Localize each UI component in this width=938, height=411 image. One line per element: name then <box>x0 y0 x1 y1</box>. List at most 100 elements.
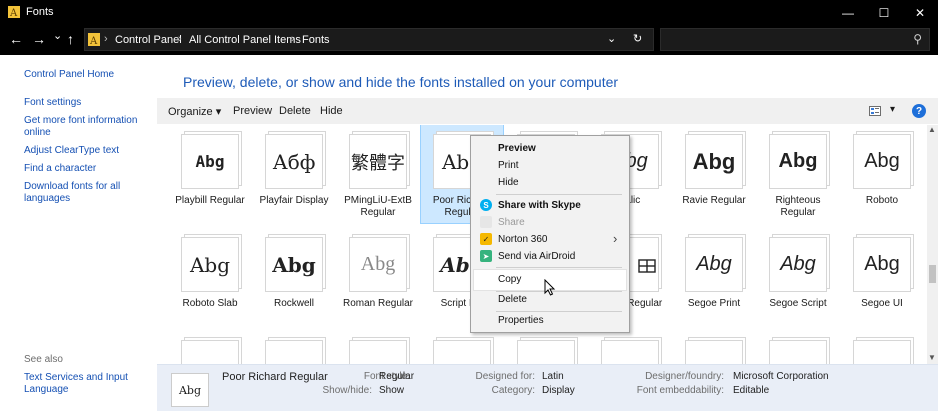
font-tile[interactable]: Abg Segoe UI <box>841 231 923 326</box>
font-preview-sheet <box>433 340 491 365</box>
font-preview-sheet: Abg <box>265 237 323 292</box>
breadcrumb-fonts[interactable]: Fonts <box>302 34 330 46</box>
address-bar[interactable]: A › Control Panel › All Control Panel It… <box>84 28 654 51</box>
menu-separator <box>496 194 622 195</box>
font-preview-sheet: Abg <box>769 237 827 292</box>
font-tile[interactable]: Abg Rockwell <box>253 231 335 326</box>
designer-value: Microsoft Corporation <box>733 371 829 382</box>
menu-item-properties[interactable]: Properties <box>498 315 544 326</box>
font-tile[interactable]: Abg Playbill Regular <box>169 128 251 223</box>
font-sample: Абф <box>272 149 316 174</box>
context-menu: Preview Print Hide S Share with Skype Sh… <box>470 135 630 333</box>
menu-item-copy[interactable]: Copy <box>498 274 521 285</box>
font-sample: Abg <box>360 253 396 275</box>
menu-separator <box>496 291 622 292</box>
menu-item-norton[interactable]: Norton 360 <box>498 234 547 245</box>
menu-item-share: Share <box>498 217 525 228</box>
view-dropdown-arrow[interactable]: ▾ <box>890 104 895 115</box>
menu-item-share-skype[interactable]: Share with Skype <box>498 200 581 211</box>
menu-item-delete[interactable]: Delete <box>498 294 527 305</box>
submenu-arrow-icon: › <box>613 231 618 246</box>
close-button[interactable]: ✕ <box>902 0 938 25</box>
view-options-icon[interactable] <box>869 106 881 116</box>
breadcrumb-control-panel[interactable]: Control Panel <box>115 34 182 46</box>
font-tile[interactable]: Abg Segoe Script <box>757 231 839 326</box>
forward-button[interactable]: → <box>32 31 46 47</box>
control-panel-home-link[interactable]: Control Panel Home <box>24 69 149 81</box>
font-preview-sheet: Abg <box>685 134 743 189</box>
breadcrumb-separator: › <box>104 33 108 45</box>
menu-item-print[interactable]: Print <box>498 160 519 171</box>
scrollbar-thumb[interactable] <box>929 265 936 283</box>
font-preview-sheet: Abg <box>181 237 239 292</box>
delete-button[interactable]: Delete <box>279 105 311 117</box>
font-preview-sheet: Abg <box>685 237 743 292</box>
font-label: Segoe UI <box>861 298 903 309</box>
help-icon[interactable]: ? <box>912 104 926 118</box>
maximize-button[interactable]: ☐ <box>866 0 902 25</box>
navigation-bar: ← → ⌄ ↑ A › Control Panel › All Control … <box>0 25 938 55</box>
menu-item-hide[interactable]: Hide <box>498 177 519 188</box>
font-tile[interactable]: Абф Playfair Display <box>253 128 335 223</box>
details-pane: Abg Poor Richard Regular Font style: Reg… <box>157 364 938 411</box>
font-preview-sheet: Abg <box>853 134 911 189</box>
category-value: Display <box>542 385 575 396</box>
font-tile[interactable] <box>841 334 923 365</box>
font-tile[interactable] <box>253 334 335 365</box>
hide-button[interactable]: Hide <box>320 105 343 117</box>
font-sample: Abg <box>189 252 231 277</box>
text-services-link[interactable]: Text Services and Input Language <box>24 372 149 396</box>
font-sample: Abg <box>778 150 818 172</box>
font-tile[interactable] <box>673 334 755 365</box>
font-sample: 繁體字 <box>351 152 405 173</box>
address-dropdown-button[interactable]: ⌄ <box>607 32 616 45</box>
menu-item-preview[interactable]: Preview <box>498 143 536 154</box>
organize-button[interactable]: Organize ▾ <box>168 105 221 118</box>
font-tile[interactable]: 繁體字 PMingLiU-ExtB Regular <box>337 128 419 223</box>
font-tile[interactable] <box>757 334 839 365</box>
download-fonts-link[interactable]: Download fonts for all languages <box>24 181 149 205</box>
font-tile[interactable]: Abg Segoe Print <box>673 231 755 326</box>
scroll-down-arrow[interactable]: ▼ <box>928 353 936 362</box>
up-button[interactable]: ↑ <box>67 31 74 47</box>
cleartype-link[interactable]: Adjust ClearType text <box>24 145 149 157</box>
minimize-button[interactable]: — <box>830 0 866 25</box>
font-sample: Abg <box>195 152 225 171</box>
menu-item-airdroid[interactable]: Send via AirDroid <box>498 251 575 262</box>
font-label: Segoe Script <box>769 298 827 309</box>
recent-locations-button[interactable]: ⌄ <box>53 29 62 42</box>
search-box[interactable]: ⚲ <box>660 28 930 51</box>
font-tile[interactable] <box>505 334 587 365</box>
find-character-link[interactable]: Find a character <box>24 163 149 175</box>
norton-icon: ✓ <box>480 233 492 245</box>
refresh-icon[interactable]: ↻ <box>633 32 642 45</box>
font-tile[interactable]: Abg Roboto Slab <box>169 231 251 326</box>
more-font-info-link[interactable]: Get more font information online <box>24 115 149 139</box>
breadcrumb-separator: › <box>178 33 182 45</box>
preview-button[interactable]: Preview <box>233 105 272 117</box>
font-label: Ravie Regular <box>682 195 746 206</box>
font-tile[interactable]: Abg Roman Regular <box>337 231 419 326</box>
font-tile[interactable]: Abg Ravie Regular <box>673 128 755 223</box>
back-button[interactable]: ← <box>9 31 23 47</box>
font-tile[interactable] <box>169 334 251 365</box>
breadcrumb-all-items[interactable]: All Control Panel Items <box>189 34 301 46</box>
skype-icon: S <box>480 199 492 211</box>
font-preview-sheet <box>853 340 911 365</box>
search-icon: ⚲ <box>913 32 922 46</box>
font-label: PMingLiU-ExtB Regular <box>344 195 412 218</box>
font-settings-link[interactable]: Font settings <box>24 97 149 109</box>
show-hide-value: Show <box>379 385 405 396</box>
font-tile[interactable] <box>337 334 419 365</box>
font-tile[interactable] <box>421 334 503 365</box>
font-preview-sheet <box>601 340 659 365</box>
fonts-folder-icon: A <box>88 33 100 46</box>
window-title: Fonts <box>26 6 54 18</box>
font-tile[interactable]: Abg Righteous Regular <box>757 128 839 223</box>
font-tile[interactable]: Abg Roboto <box>841 128 923 223</box>
scroll-up-arrow[interactable]: ▲ <box>928 125 936 134</box>
vertical-scrollbar[interactable]: ▲ ▼ <box>927 125 938 365</box>
font-tile[interactable] <box>589 334 671 365</box>
font-label: Righteous Regular <box>775 195 821 218</box>
font-label: Playfair Display <box>259 195 329 206</box>
